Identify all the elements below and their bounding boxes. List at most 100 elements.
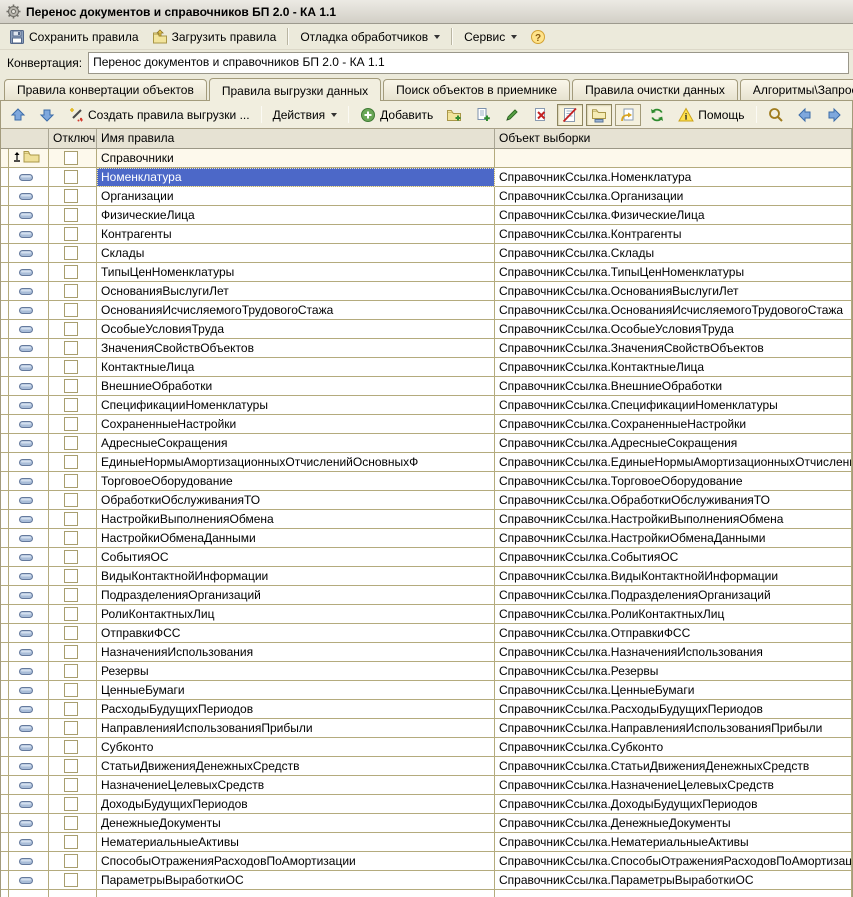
create-export-rules-button[interactable]: Создать правила выгрузки ...: [63, 104, 255, 126]
disable-checkbox[interactable]: [64, 778, 78, 792]
disable-checkbox[interactable]: [64, 284, 78, 298]
disable-checkbox[interactable]: [64, 189, 78, 203]
disable-checkbox[interactable]: [64, 436, 78, 450]
rule-name-cell[interactable]: НазначениеЦелевыхСредств: [97, 776, 495, 795]
rule-name-cell[interactable]: ТипыЦенНоменклатуры: [97, 263, 495, 282]
debug-handlers-button[interactable]: Отладка обработчиков: [295, 27, 445, 47]
rule-name-cell[interactable]: ДенежныеДокументы: [97, 814, 495, 833]
rule-name-cell[interactable]: Организации: [97, 187, 495, 206]
rule-name-cell[interactable]: СпособыОтраженияРасходовПоАмортизации: [97, 852, 495, 871]
rule-name-cell[interactable]: НастройкиВыполненияОбмена: [97, 510, 495, 529]
rule-name-cell[interactable]: ОтправкиФСС: [97, 624, 495, 643]
rule-name-cell[interactable]: Контрагенты: [97, 225, 495, 244]
rule-name-cell[interactable]: НазначенияИспользования: [97, 643, 495, 662]
rule-object-cell[interactable]: СправочникСсылка.СохраненныеНастройки: [495, 415, 852, 434]
rule-name-cell[interactable]: Справочники: [97, 149, 495, 168]
disable-checkbox[interactable]: [64, 151, 78, 165]
rule-object-cell[interactable]: СправочникСсылка.Организации: [495, 187, 852, 206]
edit-button[interactable]: [499, 104, 525, 126]
rule-object-cell[interactable]: СправочникСсылка.ПараметрыВыработкиОС: [495, 871, 852, 890]
disable-checkbox[interactable]: [64, 322, 78, 336]
rule-name-cell[interactable]: ЕдиныеНормыАмортизационныхОтчисленийОсно…: [97, 453, 495, 472]
rule-name-cell[interactable]: НаправленияИспользованияПрибыли: [97, 719, 495, 738]
move-down-button[interactable]: [34, 104, 60, 126]
rule-name-cell[interactable]: РасходыБудущихПериодов: [97, 700, 495, 719]
rule-object-cell[interactable]: СправочникСсылка.ПодразделенияОрганизаци…: [495, 586, 852, 605]
rule-object-cell[interactable]: [495, 149, 852, 168]
disable-checkbox[interactable]: [64, 835, 78, 849]
rule-object-cell[interactable]: СправочникСсылка.ЦенныеБумаги: [495, 681, 852, 700]
rule-object-cell[interactable]: СправочникСсылка.ДенежныеДокументы: [495, 814, 852, 833]
rule-name-cell[interactable]: ВидыКонтактнойИнформации: [97, 567, 495, 586]
rule-name-cell[interactable]: ДоходыБудущихПериодов: [97, 795, 495, 814]
rule-name-cell[interactable]: ТорговоеОборудование: [97, 472, 495, 491]
toggle-disable-button[interactable]: [557, 103, 584, 126]
rule-object-cell[interactable]: СправочникСсылка.ВидыКонтактнойИнформаци…: [495, 567, 852, 586]
disable-checkbox[interactable]: [64, 816, 78, 830]
refresh-button[interactable]: [644, 104, 670, 126]
disable-checkbox[interactable]: [64, 740, 78, 754]
rule-object-cell[interactable]: СправочникСсылка.СпособыОтраженияРасходо…: [495, 852, 852, 871]
disable-checkbox[interactable]: [64, 474, 78, 488]
help-button[interactable]: ?: [525, 26, 551, 48]
rule-object-cell[interactable]: СправочникСсылка.НаправленияИспользовани…: [495, 719, 852, 738]
rule-name-cell[interactable]: КонтактныеЛица: [97, 358, 495, 377]
rule-object-cell[interactable]: СправочникСсылка.Склады: [495, 244, 852, 263]
rule-name-cell[interactable]: ОснованияВыслугиЛет: [97, 282, 495, 301]
rule-name-cell[interactable]: ПараметрыВыработкиОС: [97, 871, 495, 890]
rule-name-cell[interactable]: Номенклатура: [97, 168, 495, 187]
disable-checkbox[interactable]: [64, 721, 78, 735]
rule-name-cell[interactable]: ВнешниеОбработки: [97, 377, 495, 396]
disable-checkbox[interactable]: [64, 607, 78, 621]
disable-checkbox[interactable]: [64, 303, 78, 317]
rule-object-cell[interactable]: СправочникСсылка.Номенклатура: [495, 168, 852, 187]
show-groups-button[interactable]: [586, 103, 613, 126]
disable-checkbox[interactable]: [64, 341, 78, 355]
rule-object-cell[interactable]: СправочникСсылка.РасходыБудущихПериодов: [495, 700, 852, 719]
expander-icon[interactable]: [13, 151, 21, 165]
service-menu-button[interactable]: Сервис: [459, 27, 522, 47]
header-cell-name[interactable]: Имя правила: [97, 129, 495, 149]
header-cell-disable[interactable]: Отключи...: [49, 129, 97, 149]
save-rules-button[interactable]: Сохранить правила: [4, 26, 144, 48]
rule-object-cell[interactable]: СправочникСсылка.АдресныеСокращения: [495, 434, 852, 453]
rule-name-cell[interactable]: СтатьиДвиженияДенежныхСредств: [97, 757, 495, 776]
rule-object-cell[interactable]: СправочникСсылка.НазначениеЦелевыхСредст…: [495, 776, 852, 795]
disable-checkbox[interactable]: [64, 588, 78, 602]
rule-object-cell[interactable]: СправочникСсылка.ЕдиныеНормыАмортизацион…: [495, 453, 852, 472]
rule-name-cell[interactable]: Субконто: [97, 738, 495, 757]
rule-name-cell[interactable]: НастройкиОбменаДанными: [97, 529, 495, 548]
load-rules-button[interactable]: Загрузить правила: [147, 26, 282, 48]
rule-object-cell[interactable]: СправочникСсылка.Контрагенты: [495, 225, 852, 244]
rule-name-cell[interactable]: ОснованияИсчисляемогоТрудовогоСтажа: [97, 301, 495, 320]
tab-4[interactable]: Правила очистки данных: [572, 79, 738, 100]
rule-object-cell[interactable]: СправочникСсылка.СпецификацииНоменклатур…: [495, 396, 852, 415]
disable-checkbox[interactable]: [64, 854, 78, 868]
disable-checkbox[interactable]: [64, 626, 78, 640]
next-button[interactable]: [821, 104, 847, 126]
rule-name-cell[interactable]: ПодразделенияОрганизаций: [97, 586, 495, 605]
rule-object-cell[interactable]: СправочникСсылка.ВнешниеОбработки: [495, 377, 852, 396]
disable-checkbox[interactable]: [64, 797, 78, 811]
tab-5[interactable]: Алгоритмы\Запросы: [739, 79, 853, 100]
rule-name-cell[interactable]: СобытияОС: [97, 548, 495, 567]
disable-checkbox[interactable]: [64, 455, 78, 469]
rule-object-cell[interactable]: СправочникСсылка.ТипыЦенНоменклатуры: [495, 263, 852, 282]
rule-name-cell[interactable]: Резервы: [97, 662, 495, 681]
rule-object-cell[interactable]: СправочникСсылка.РолиКонтактныхЛиц: [495, 605, 852, 624]
disable-checkbox[interactable]: [64, 398, 78, 412]
rule-object-cell[interactable]: СправочникСсылка.Субконто: [495, 738, 852, 757]
rule-name-cell[interactable]: ЗначенияСвойствОбъектов: [97, 339, 495, 358]
move-up-button[interactable]: [5, 104, 31, 126]
rule-object-cell[interactable]: СправочникСсылка.ДоходыБудущихПериодов: [495, 795, 852, 814]
disable-checkbox[interactable]: [64, 227, 78, 241]
disable-checkbox[interactable]: [64, 873, 78, 887]
rule-name-cell[interactable]: ОбработкиОбслуживанияТО: [97, 491, 495, 510]
rule-object-cell[interactable]: СправочникСсылка.КонтактныеЛица: [495, 358, 852, 377]
rule-name-cell[interactable]: [97, 890, 495, 897]
disable-checkbox[interactable]: [64, 493, 78, 507]
rule-object-cell[interactable]: СправочникСсылка.ОсобыеУсловияТруда: [495, 320, 852, 339]
rule-object-cell[interactable]: [495, 890, 852, 897]
conversion-input[interactable]: Перенос документов и справочников БП 2.0…: [88, 52, 849, 74]
disable-checkbox[interactable]: [64, 379, 78, 393]
